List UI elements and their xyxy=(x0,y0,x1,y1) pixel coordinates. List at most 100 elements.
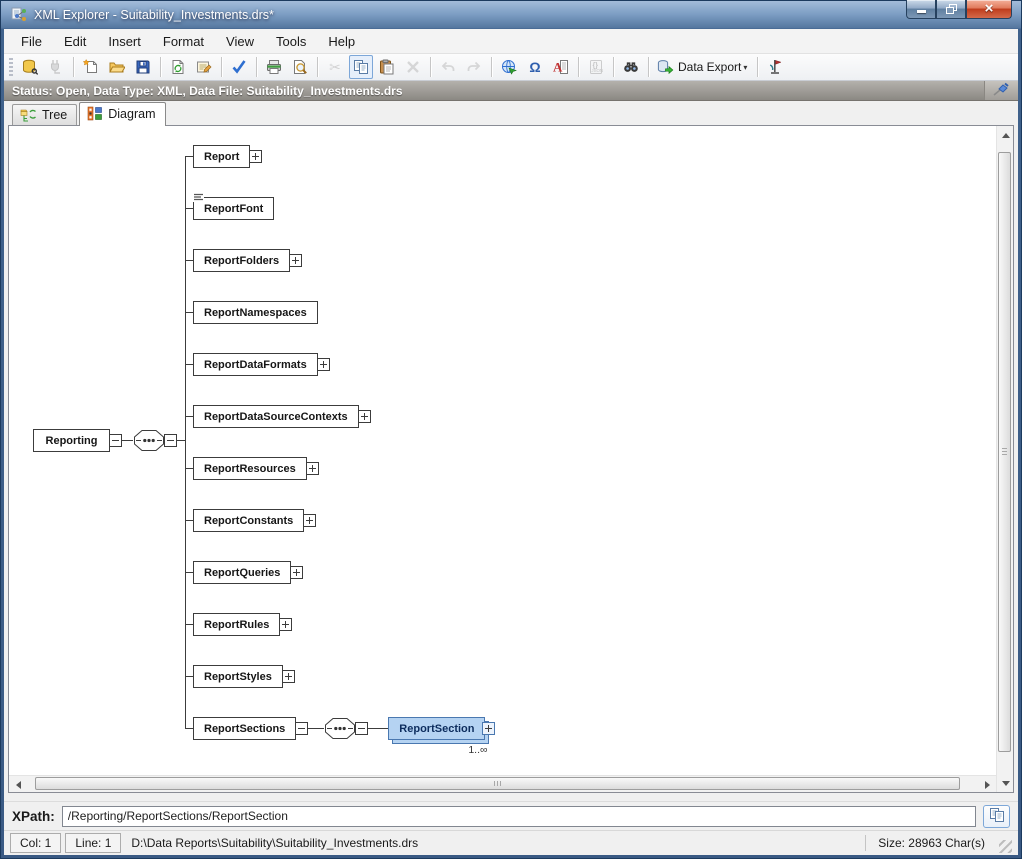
window-controls: × xyxy=(906,0,1012,19)
svg-text:A: A xyxy=(553,60,563,75)
expand-plus-icon[interactable] xyxy=(279,618,292,631)
expand-plus-icon[interactable] xyxy=(482,722,495,735)
new-button[interactable] xyxy=(79,55,103,79)
xpath-input[interactable] xyxy=(62,806,976,827)
horizontal-scroll-thumb[interactable] xyxy=(35,777,960,790)
diagram-canvas: Reporting Report ReportFont ReportFolders R… xyxy=(8,125,1014,793)
vertical-scrollbar[interactable] xyxy=(996,126,1013,792)
menu-item-help[interactable]: Help xyxy=(317,30,366,53)
data-export-dropdown[interactable]: Data Export▾ xyxy=(654,55,752,79)
node-label: ReportQueries xyxy=(204,567,280,579)
font-button[interactable]: A xyxy=(549,55,573,79)
copy-button[interactable] xyxy=(349,55,373,79)
status-banner-text: Status: Open, Data Type: XML, Data File:… xyxy=(4,84,403,98)
expand-plus-icon[interactable] xyxy=(306,462,319,475)
validate-button[interactable] xyxy=(227,55,251,79)
diagram-node-reportconstants[interactable]: ReportConstants xyxy=(193,509,304,532)
paste-button[interactable] xyxy=(375,55,399,79)
diagram-node-reportdataformats[interactable]: ReportDataFormats xyxy=(193,353,318,376)
diagram-node-report[interactable]: Report xyxy=(193,145,250,168)
toolbar-separator xyxy=(221,57,222,77)
print-button[interactable] xyxy=(262,55,286,79)
data-connection-button[interactable] xyxy=(18,55,42,79)
menu-item-edit[interactable]: Edit xyxy=(53,30,97,53)
diagram-node-reportsection[interactable]: ReportSection xyxy=(388,717,485,740)
diagram-node-reportfont[interactable]: ReportFont xyxy=(193,197,274,220)
menu-item-file[interactable]: File xyxy=(10,30,53,53)
toolbar-separator xyxy=(757,57,758,77)
toolbar: ✂ΩA{}JSONData Export▾ xyxy=(4,54,1018,81)
size-indicator: Size: 28963 Char(s) xyxy=(878,836,985,850)
collapse-minus-icon[interactable] xyxy=(295,722,308,735)
line-indicator: Line: 1 xyxy=(65,833,121,853)
diagram-row-reportresources: ReportResources xyxy=(185,457,319,480)
web-refresh-button[interactable] xyxy=(497,55,521,79)
restore-button[interactable] xyxy=(936,0,966,19)
status-bar: Col: 1 Line: 1 D:\Data Reports\Suitabili… xyxy=(4,830,1018,855)
expand-plus-icon[interactable] xyxy=(289,254,302,267)
save-button[interactable] xyxy=(131,55,155,79)
menu-item-tools[interactable]: Tools xyxy=(265,30,317,53)
tab-diagram[interactable]: Diagram xyxy=(79,102,165,126)
diagram-node-reporting[interactable]: Reporting xyxy=(33,429,110,452)
svg-text:JSON: JSON xyxy=(591,68,603,73)
diagram-node-reportdatasourcecontexts[interactable]: ReportDataSourceContexts xyxy=(193,405,359,428)
diagram-node-reportstyles[interactable]: ReportStyles xyxy=(193,665,283,688)
omega-icon: Ω xyxy=(527,59,544,76)
collapse-minus-icon[interactable] xyxy=(164,434,177,447)
diagram-node-reportfolders[interactable]: ReportFolders xyxy=(193,249,290,272)
scroll-up-button[interactable] xyxy=(997,126,1014,143)
dropdown-caret-icon: ▾ xyxy=(743,63,747,72)
scroll-down-button[interactable] xyxy=(997,775,1014,792)
banner-brush-button[interactable] xyxy=(984,81,1018,100)
node-label: ReportSections xyxy=(204,723,285,735)
refresh-document-button[interactable] xyxy=(166,55,190,79)
collapse-minus-icon[interactable] xyxy=(109,434,122,447)
diagram-row-reportfont: ReportFont xyxy=(185,197,274,220)
print-preview-icon xyxy=(292,59,309,76)
plug-icon xyxy=(48,59,65,76)
scroll-left-button[interactable] xyxy=(9,776,26,793)
exit-button[interactable] xyxy=(763,55,787,79)
special-character-button[interactable]: Ω xyxy=(523,55,547,79)
diagram-node-reportrules[interactable]: ReportRules xyxy=(193,613,280,636)
xpath-copy-button[interactable] xyxy=(983,805,1010,828)
toolbar-separator xyxy=(648,57,649,77)
expand-plus-icon[interactable] xyxy=(249,150,262,163)
print-preview-button[interactable] xyxy=(288,55,312,79)
node-label: Reporting xyxy=(46,435,98,447)
connector-line xyxy=(185,468,193,469)
find-icon xyxy=(623,59,640,76)
horizontal-scrollbar[interactable] xyxy=(9,775,996,792)
expand-plus-icon[interactable] xyxy=(358,410,371,423)
tab-tree[interactable]: Tree xyxy=(12,104,77,125)
tab-label: Tree xyxy=(42,108,67,122)
close-button[interactable]: × xyxy=(966,0,1012,19)
diagram-row-reportconstants: ReportConstants xyxy=(185,509,316,532)
diagram-node-reportnamespaces[interactable]: ReportNamespaces xyxy=(193,301,318,324)
menu-item-format[interactable]: Format xyxy=(152,30,215,53)
open-button[interactable] xyxy=(105,55,129,79)
tab-strip: Tree Diagram xyxy=(4,101,1018,125)
menu-item-view[interactable]: View xyxy=(215,30,265,53)
node-label: ReportSection xyxy=(399,723,474,735)
diagram-node-reportqueries[interactable]: ReportQueries xyxy=(193,561,291,584)
expand-plus-icon[interactable] xyxy=(303,514,316,527)
print-icon xyxy=(266,59,283,76)
vertical-scroll-thumb[interactable] xyxy=(998,152,1011,752)
expand-plus-icon[interactable] xyxy=(317,358,330,371)
resize-grip[interactable] xyxy=(999,840,1012,853)
new-file-icon xyxy=(83,59,100,76)
find-button[interactable] xyxy=(619,55,643,79)
connector-line xyxy=(185,676,193,677)
column-indicator: Col: 1 xyxy=(10,833,61,853)
diagram-node-reportsections[interactable]: ReportSections xyxy=(193,717,296,740)
expand-plus-icon[interactable] xyxy=(282,670,295,683)
diagram-node-reportresources[interactable]: ReportResources xyxy=(193,457,307,480)
scroll-right-button[interactable] xyxy=(979,776,996,793)
menu-item-insert[interactable]: Insert xyxy=(97,30,152,53)
expand-plus-icon[interactable] xyxy=(290,566,303,579)
collapse-minus-icon[interactable] xyxy=(355,722,368,735)
minimize-button[interactable] xyxy=(906,0,936,19)
properties-button[interactable] xyxy=(192,55,216,79)
